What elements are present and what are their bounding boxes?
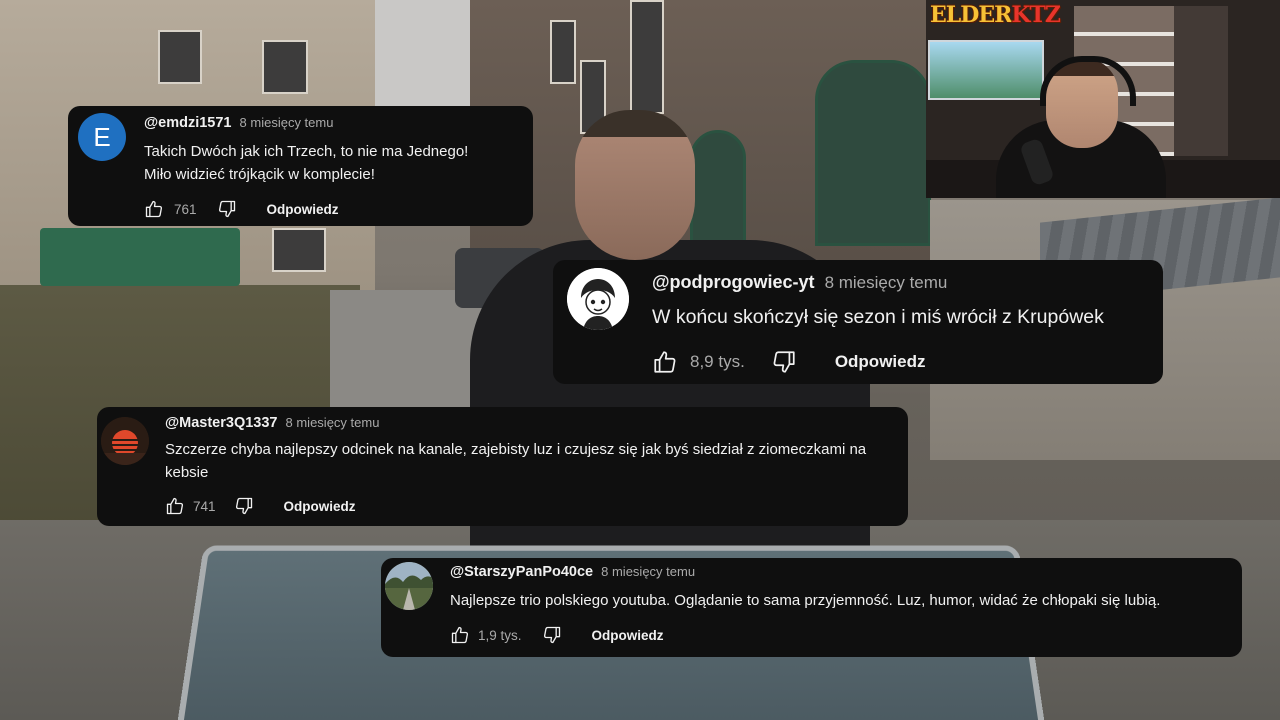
- comment-author[interactable]: @podprogowiec-yt: [652, 272, 815, 292]
- like-button[interactable]: [450, 625, 470, 645]
- avatar[interactable]: [567, 268, 629, 330]
- comment-time[interactable]: 8 miesięcy temu: [286, 415, 380, 430]
- comment-actions: 1,9 tys. Odpowiedz: [450, 625, 664, 645]
- dislike-button[interactable]: [542, 625, 562, 645]
- comment-author[interactable]: @StarszyPanPo40ce: [450, 564, 593, 580]
- reply-button[interactable]: Odpowiedz: [835, 352, 926, 372]
- comment-time[interactable]: 8 miesięcy temu: [825, 273, 948, 292]
- like-count: 761: [174, 201, 197, 217]
- reply-button[interactable]: Odpowiedz: [592, 628, 664, 643]
- comment-text: Takich Dwóch jak ich Trzech, to nie ma J…: [144, 143, 469, 183]
- channel-logo: ELDERKTZ: [930, 2, 1061, 28]
- truck: [40, 228, 240, 286]
- retro-sunset-avatar-icon: [101, 417, 149, 465]
- thumbs-down-icon: [218, 200, 235, 218]
- comment-actions: 761 Odpowiedz: [144, 199, 339, 219]
- comment-text: Szczerze chyba najlepszy odcinek na kana…: [165, 441, 867, 481]
- reply-button[interactable]: Odpowiedz: [284, 499, 356, 514]
- comment-actions: 8,9 tys. Odpowiedz: [652, 349, 925, 375]
- comment-card: E @emdzi1571 8 miesięcy temu Takich Dwóc…: [68, 106, 533, 226]
- comment-text: W końcu skończył się sezon i miś wrócił …: [652, 306, 1104, 328]
- thumbs-up-icon: [654, 351, 676, 373]
- comment-text: Najlepsze trio polskiego youtuba. Ogląda…: [450, 592, 1161, 609]
- aquarium: [928, 40, 1044, 100]
- like-button[interactable]: [652, 349, 678, 375]
- like-button[interactable]: [144, 199, 164, 219]
- thumbs-up-icon: [451, 626, 469, 644]
- avatar[interactable]: [385, 562, 433, 610]
- webcam-overlay: ELDERKTZ: [926, 0, 1280, 198]
- like-count: 1,9 tys.: [478, 627, 522, 643]
- thumbs-down-icon: [235, 497, 252, 515]
- reply-button[interactable]: Odpowiedz: [267, 202, 339, 217]
- thumbs-down-icon: [773, 351, 795, 373]
- comment-card: @StarszyPanPo40ce 8 miesięcy temu Najlep…: [381, 558, 1242, 657]
- dislike-button[interactable]: [771, 349, 797, 375]
- comment-card: @podprogowiec-yt 8 miesięcy temu W końcu…: [553, 260, 1163, 384]
- dislike-button[interactable]: [217, 199, 237, 219]
- comment-card: @Master3Q1337 8 miesięcy temu Szczerze c…: [97, 407, 908, 526]
- comment-author[interactable]: @emdzi1571: [144, 115, 232, 131]
- comment-time[interactable]: 8 miesięcy temu: [601, 564, 695, 579]
- like-button[interactable]: [165, 496, 185, 516]
- avatar[interactable]: [101, 417, 149, 465]
- like-count: 8,9 tys.: [690, 352, 745, 371]
- dislike-button[interactable]: [234, 496, 254, 516]
- thumbs-up-icon: [166, 497, 184, 515]
- comment-actions: 741 Odpowiedz: [165, 496, 356, 516]
- comment-time[interactable]: 8 miesięcy temu: [240, 115, 334, 130]
- landscape-avatar-icon: [385, 562, 433, 610]
- cartoon-avatar-icon: [567, 268, 629, 330]
- avatar[interactable]: E: [78, 113, 126, 161]
- like-count: 741: [193, 498, 216, 514]
- comment-author[interactable]: @Master3Q1337: [165, 415, 277, 431]
- thumbs-down-icon: [543, 626, 560, 644]
- thumbs-up-icon: [145, 200, 163, 218]
